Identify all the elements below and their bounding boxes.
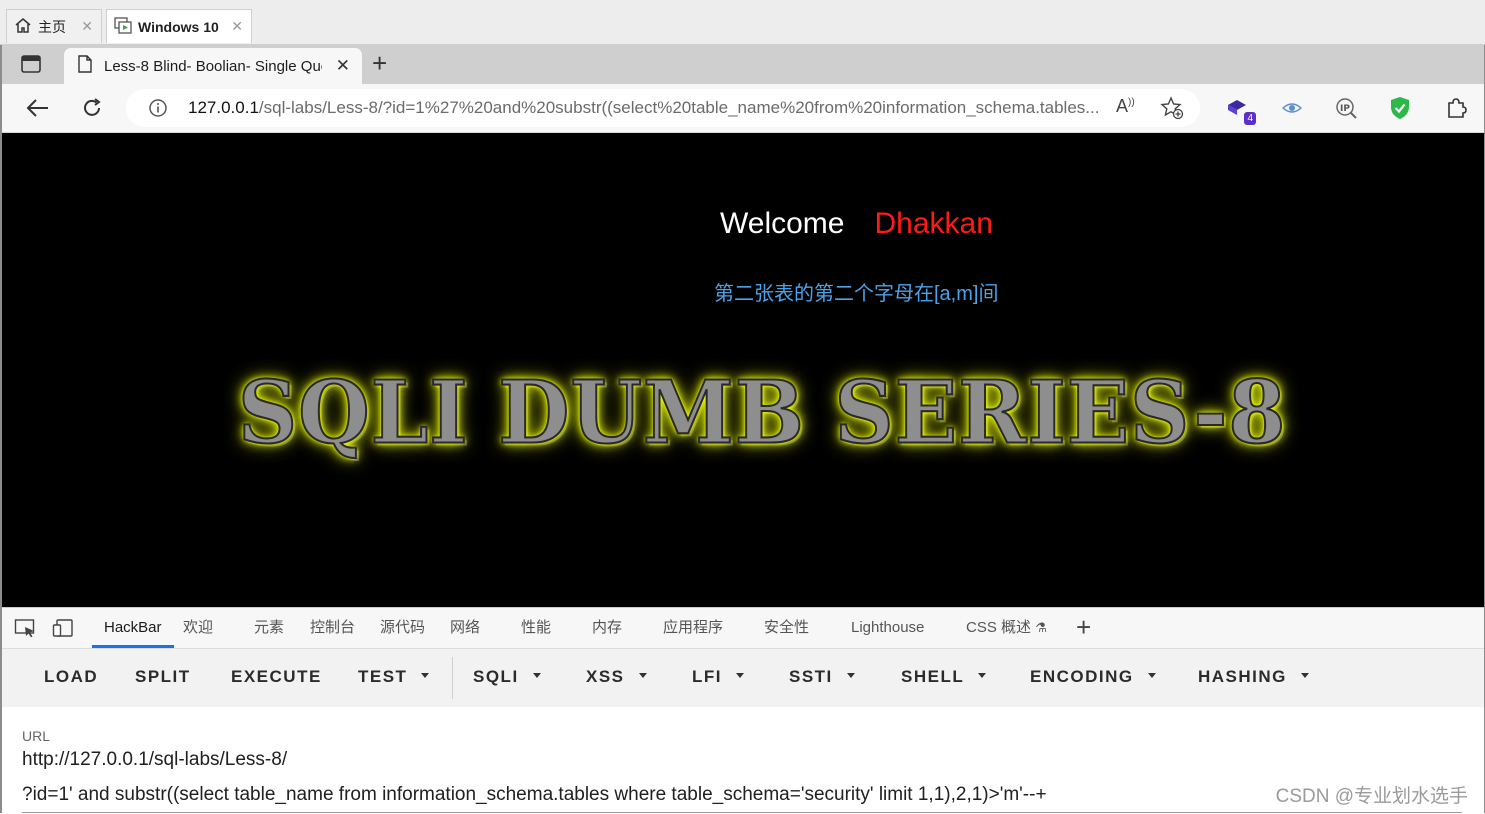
read-aloud-icon[interactable]: A)): [1116, 96, 1135, 117]
load-button[interactable]: LOAD: [44, 667, 98, 687]
extensions-puzzle-icon[interactable]: [1442, 94, 1470, 122]
tab-console[interactable]: 控制台: [310, 608, 355, 648]
close-tab-icon[interactable]: ✕: [336, 56, 350, 76]
url-field-label: URL: [22, 728, 51, 744]
shell-dropdown[interactable]: SHELL: [901, 667, 987, 687]
tab-css-overview-label: CSS 概述: [966, 619, 1032, 636]
tab-actions-icon[interactable]: [20, 54, 42, 74]
dropdown-caret-icon: [978, 673, 987, 679]
devtools-tab-bar: HackBar 欢迎 元素 控制台 源代码 网络 性能 内存 应用程序 安全性 …: [2, 608, 1484, 649]
shell-label: SHELL: [901, 667, 965, 686]
encoding-label: ENCODING: [1030, 667, 1134, 686]
vm-tab-windows[interactable]: Windows 10 ✕: [106, 9, 252, 43]
sqli-label: SQLI: [473, 667, 519, 686]
add-panel-icon[interactable]: +: [1076, 612, 1091, 642]
lfi-dropdown[interactable]: LFI: [692, 667, 744, 687]
extension-badge: 4: [1244, 112, 1256, 125]
welcome-label: Welcome: [720, 207, 845, 240]
welcome-text: Welcome Dhakkan: [720, 207, 993, 241]
browser-tab-active[interactable]: Less-8 Blind- Boolian- Single Quotes- St…: [64, 48, 362, 84]
extension-purple-icon[interactable]: 4: [1224, 94, 1256, 125]
close-icon[interactable]: ✕: [231, 18, 243, 35]
flask-icon: ⚗: [1035, 620, 1047, 635]
inspect-element-icon[interactable]: [14, 618, 36, 643]
vm-tab-home[interactable]: 主页 ✕: [6, 9, 102, 43]
tab-hackbar[interactable]: HackBar: [92, 608, 174, 648]
dropdown-caret-icon: [421, 673, 430, 679]
tab-memory[interactable]: 内存: [592, 608, 622, 648]
tab-elements[interactable]: 元素: [254, 608, 284, 648]
back-arrow-icon[interactable]: [24, 94, 52, 122]
sqli-banner-title: SQLI DUMB SERIES-8: [237, 362, 1287, 465]
welcome-name: Dhakkan: [874, 207, 993, 240]
csdn-watermark: CSDN @专业划水选手: [1275, 786, 1468, 807]
extension-ip-icon[interactable]: IP: [1332, 94, 1360, 122]
tab-welcome[interactable]: 欢迎: [183, 608, 213, 648]
xss-label: XSS: [586, 667, 625, 686]
hashing-dropdown[interactable]: HASHING: [1198, 667, 1309, 687]
url-line-2: ?id=1' and substr((select table_name fro…: [22, 784, 1047, 805]
tab-network[interactable]: 网络: [450, 608, 480, 648]
lfi-label: LFI: [692, 667, 722, 686]
devtools-panel: HackBar 欢迎 元素 控制台 源代码 网络 性能 内存 应用程序 安全性 …: [2, 607, 1484, 814]
add-favorite-icon[interactable]: [1160, 96, 1184, 125]
address-host: 127.0.0.1: [188, 98, 259, 117]
home-icon: [14, 17, 32, 37]
document-icon: [78, 54, 92, 78]
browser-tab-bar: Less-8 Blind- Boolian- Single Quotes- St…: [2, 44, 1484, 84]
xss-dropdown[interactable]: XSS: [586, 667, 647, 687]
address-bar[interactable]: 127.0.0.1/sql-labs/Less-8/?id=1%27%20and…: [126, 89, 1200, 127]
hashing-label: HASHING: [1198, 667, 1287, 686]
info-icon[interactable]: [148, 98, 168, 123]
hackbar-toolbar: LOAD SPLIT EXECUTE TEST SQLI XSS LFI SST…: [2, 649, 1484, 707]
extension-eye-icon[interactable]: [1278, 94, 1306, 122]
close-icon[interactable]: ✕: [81, 18, 93, 35]
tab-application[interactable]: 应用程序: [663, 608, 723, 648]
vm-tab-strip: 主页 ✕ Windows 10 ✕: [0, 0, 1485, 45]
tab-sources[interactable]: 源代码: [380, 608, 425, 648]
dropdown-caret-icon: [532, 673, 541, 679]
encoding-dropdown[interactable]: ENCODING: [1030, 667, 1156, 687]
tab-lighthouse[interactable]: Lighthouse: [851, 608, 924, 648]
browser-toolbar: 127.0.0.1/sql-labs/Less-8/?id=1%27%20and…: [2, 84, 1484, 133]
new-tab-icon[interactable]: +: [372, 50, 387, 76]
tab-performance[interactable]: 性能: [521, 608, 551, 648]
ssti-label: SSTI: [789, 667, 833, 686]
refresh-icon[interactable]: [78, 94, 106, 122]
dropdown-caret-icon: [638, 673, 647, 679]
vm-tab-home-label: 主页: [38, 18, 66, 35]
test-dropdown[interactable]: TEST: [358, 667, 430, 687]
ssti-dropdown[interactable]: SSTI: [789, 667, 855, 687]
address-path: /sql-labs/Less-8/?id=1%27%20and%20substr…: [258, 98, 1100, 117]
result-note: 第二张表的第二个字母在[a,m]间: [714, 283, 999, 305]
tab-title: Less-8 Blind- Boolian- Single Quotes- St…: [104, 57, 322, 75]
vm-icon: [114, 16, 132, 37]
dropdown-caret-icon: [1300, 673, 1309, 679]
tab-security[interactable]: 安全性: [764, 608, 809, 648]
page-content: Welcome Dhakkan 第二张表的第二个字母在[a,m]间 SQLI DU…: [2, 133, 1484, 607]
dropdown-caret-icon: [736, 673, 744, 679]
url-textarea[interactable]: URL http://127.0.0.1/sql-labs/Less-8/ ?i…: [22, 728, 1462, 806]
dropdown-caret-icon: [1147, 673, 1156, 679]
test-label: TEST: [358, 667, 408, 686]
device-emulation-icon[interactable]: [52, 618, 74, 643]
tab-css-overview[interactable]: CSS 概述 ⚗: [966, 608, 1047, 648]
toolbar-divider: [452, 657, 453, 699]
sqli-dropdown[interactable]: SQLI: [473, 667, 541, 687]
url-line-1: http://127.0.0.1/sql-labs/Less-8/: [22, 749, 288, 770]
shield-icon[interactable]: [1386, 94, 1414, 122]
vm-tab-windows-label: Windows 10: [138, 18, 219, 35]
execute-button[interactable]: EXECUTE: [231, 667, 322, 687]
address-url[interactable]: 127.0.0.1/sql-labs/Less-8/?id=1%27%20and…: [188, 98, 1108, 118]
split-button[interactable]: SPLIT: [135, 667, 191, 687]
svg-text:IP: IP: [1340, 104, 1350, 114]
dropdown-caret-icon: [846, 673, 855, 679]
